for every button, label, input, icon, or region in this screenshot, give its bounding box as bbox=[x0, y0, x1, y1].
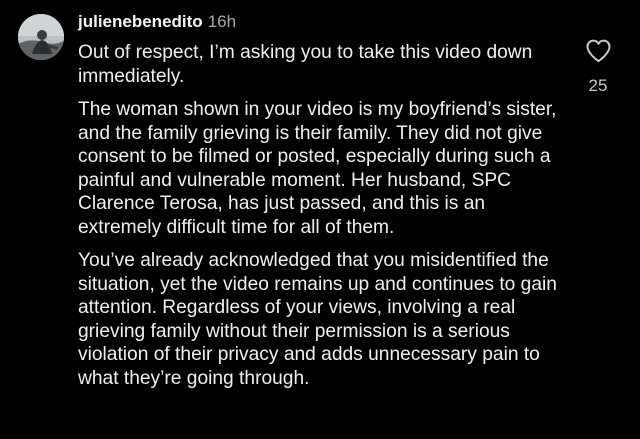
comment-paragraph: Out of respect, I’m asking you to take t… bbox=[78, 42, 533, 87]
comment: julienebenedito 16h Out of respect, I’m a… bbox=[0, 0, 640, 439]
like-control: 25 bbox=[582, 38, 614, 96]
username[interactable]: julienebenedito bbox=[78, 12, 203, 31]
timestamp: 16h bbox=[207, 12, 237, 31]
avatar[interactable] bbox=[18, 14, 64, 60]
comment-paragraph: You’ve already acknowledged that you mis… bbox=[78, 250, 557, 389]
heart-icon[interactable] bbox=[585, 38, 612, 63]
comment-body: Out of respect, I’m asking you to take t… bbox=[78, 41, 566, 400]
comment-paragraph: The woman shown in your video is my boyf… bbox=[78, 99, 557, 238]
comment-header: julienebenedito 16h bbox=[78, 11, 236, 33]
like-count: 25 bbox=[588, 76, 608, 95]
